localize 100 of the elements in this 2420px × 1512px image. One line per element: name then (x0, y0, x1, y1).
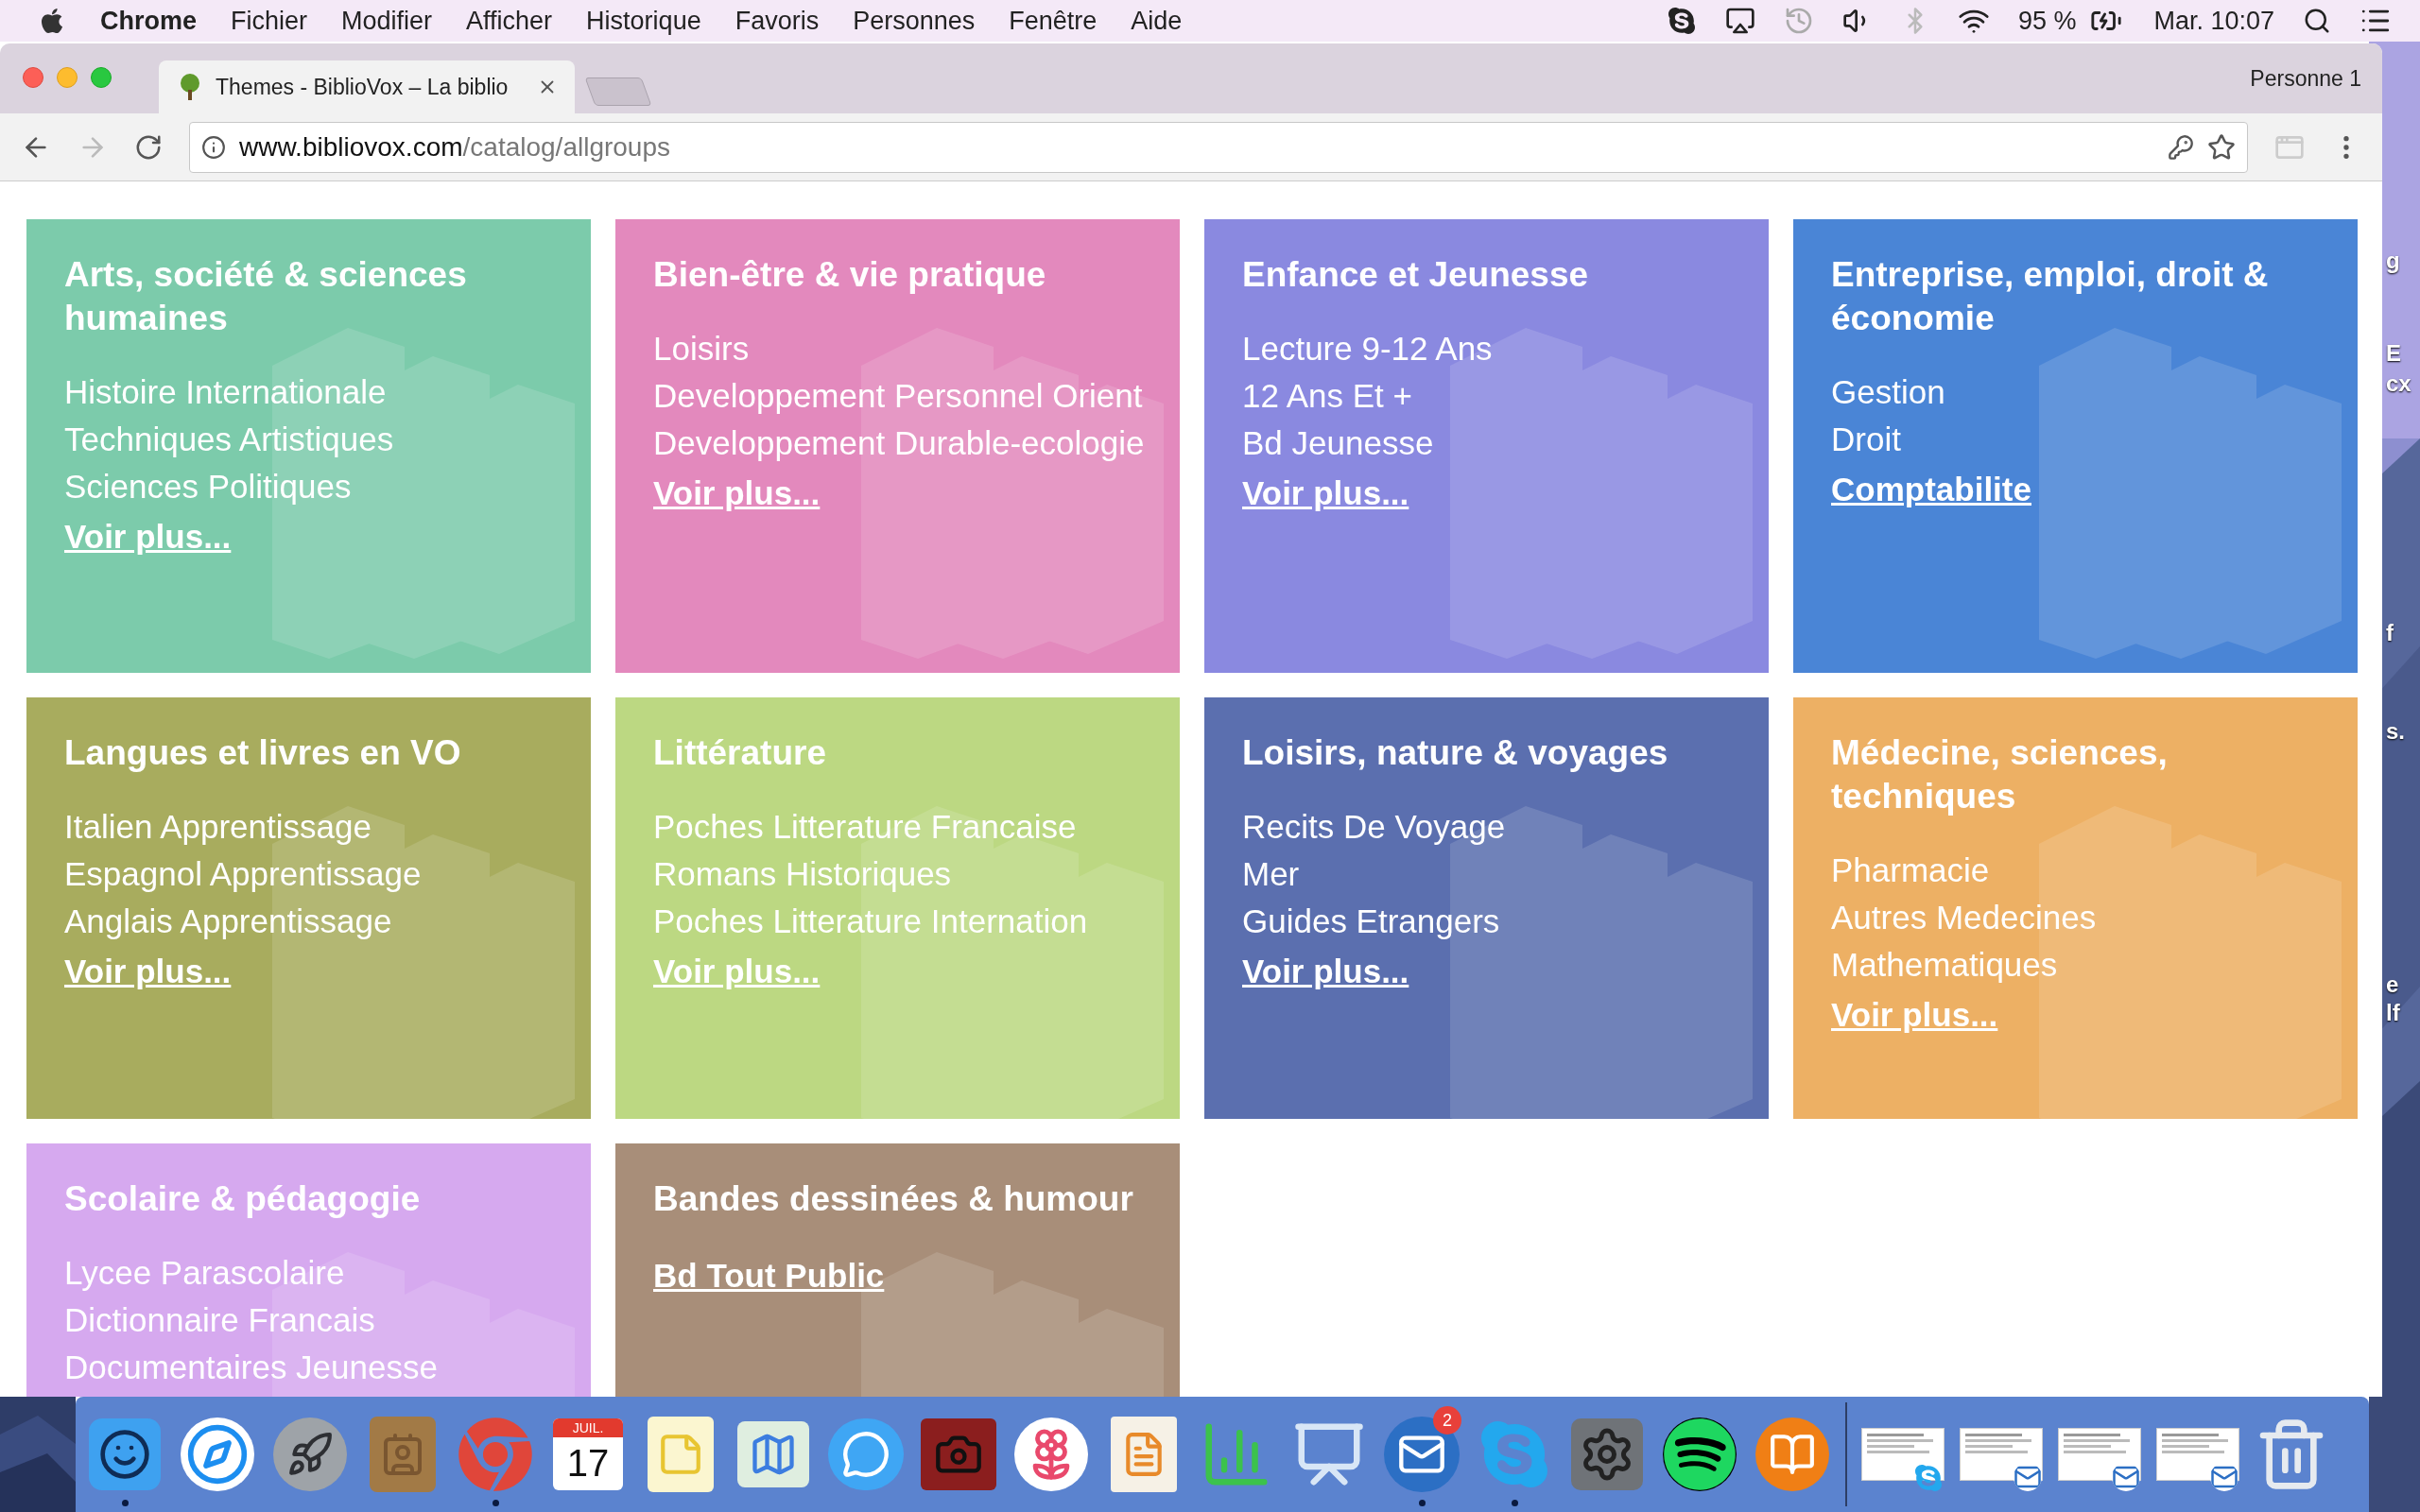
subcategory-label[interactable]: Romans Historiques (653, 850, 952, 898)
desktop-icon-label[interactable]: cx (2386, 370, 2411, 397)
subcategory-label[interactable]: Documentaires Jeunesse (64, 1344, 438, 1391)
url-text: www.bibliovox.com/catalog/allgroups (239, 130, 671, 163)
menu-item[interactable]: Aide (1131, 1, 1183, 41)
subcategory-label[interactable]: Recits De Voyage (1242, 803, 1506, 850)
skype-icon (1913, 1463, 1944, 1493)
desktop-icon-label[interactable]: lf (2386, 1000, 2400, 1026)
search-icon[interactable] (2303, 7, 2331, 35)
category-card[interactable]: Arts, société & sciences humaines Histoire Internationale Techniques Artistiques Sciences Politiques Voir plus... (26, 219, 591, 673)
category-card[interactable]: Littérature Poches Litterature Francaise Romans Historiques Poches Litterature Internation Voir plus... (615, 697, 1180, 1119)
menu-item[interactable]: Fenêtre (1009, 1, 1098, 41)
window-thumbnail[interactable] (2156, 1428, 2239, 1481)
card-title: Arts, société & sciences humaines (64, 254, 468, 339)
gear-icon[interactable] (1571, 1418, 1643, 1490)
category-card[interactable]: Bandes dessinées & humour Bd Tout Public (615, 1143, 1180, 1397)
subcategory-label[interactable]: Dictionnaire Francais (64, 1297, 375, 1344)
calendar-month: JUIL. (553, 1418, 623, 1437)
subcategory-label[interactable]: Mathematiques (1831, 941, 2058, 988)
subcategory-label[interactable]: Autres Medecines (1831, 894, 2097, 941)
skype-icon[interactable] (1666, 6, 1697, 36)
category-card[interactable]: Enfance et Jeunesse Lecture 9-12 Ans 12 Ans Et + Bd Jeunesse Voir plus... (1204, 219, 1769, 673)
subcategory-label[interactable]: Espagnol Apprentissage (64, 850, 422, 898)
menu-clock[interactable]: Mar. 10:07 (2153, 1, 2274, 41)
menu-item[interactable]: Modifier (341, 1, 433, 41)
subcategory-label[interactable]: Mer (1242, 850, 1300, 898)
card-title: Médecine, sciences, techniques (1831, 732, 2169, 817)
category-card[interactable]: Scolaire & pédagogie Lycee Parascolaire Dictionnaire Francais Documentaires Jeunesse (26, 1143, 591, 1397)
category-link[interactable]: Voir plus... (64, 945, 232, 998)
category-card[interactable]: Médecine, sciences, techniques Pharmacie Autres Medecines Mathematiques Voir plus... (1793, 697, 2358, 1119)
card-title: Scolaire & pédagogie (64, 1178, 422, 1220)
mail-icon (2112, 1463, 2140, 1491)
tab-title: Themes - BiblioVox – La biblio (216, 73, 510, 101)
address-bar[interactable]: www.bibliovox.com/catalog/allgroups (189, 121, 2248, 173)
subcategory-label[interactable]: Developpement Personnel Orient (653, 372, 1143, 420)
calendar-icon[interactable]: JUIL. 17 (553, 1418, 623, 1490)
subcategory-label[interactable]: Techniques Artistiques (64, 416, 394, 463)
card-title: Langues et livres en VO (64, 732, 462, 774)
card-title: Loisirs, nature & voyages (1242, 732, 1669, 774)
battery-percent[interactable]: 95 % (2017, 1, 2077, 41)
subcategory-label[interactable]: 12 Ans Et + (1242, 372, 1412, 420)
map-icon[interactable] (737, 1421, 809, 1487)
menu-item[interactable]: Fichier (231, 1, 308, 41)
window-thumbnail[interactable] (1960, 1428, 2043, 1481)
desktop-icon-label[interactable]: g (2386, 248, 2400, 274)
subcategory-label[interactable]: Italien Apprentissage (64, 803, 372, 850)
category-link[interactable]: Voir plus... (64, 510, 232, 563)
category-link[interactable]: Comptabilite (1831, 463, 2031, 516)
bookmark-star-icon[interactable] (2207, 132, 2236, 162)
card-title: Bandes dessinées & humour (653, 1178, 1134, 1220)
category-card[interactable]: Bien-être & vie pratique Loisirs Developpement Personnel Orient Developpement Durable-ecologie Voir plus... (615, 219, 1180, 673)
menu-item[interactable]: Historique (586, 1, 701, 41)
subcategory-label[interactable]: Histoire Internationale (64, 369, 387, 416)
info-icon[interactable] (201, 134, 226, 160)
menu-item[interactable]: Favoris (735, 1, 820, 41)
subcategory-label[interactable]: Pharmacie (1831, 847, 1990, 894)
finder-icon[interactable] (89, 1418, 161, 1490)
notification-badge: 2 (1433, 1406, 1461, 1435)
subcategory-label[interactable]: Anglais Apprentissage (64, 898, 392, 945)
subcategory-label[interactable]: Poches Litterature Internation (653, 898, 1088, 945)
category-card[interactable]: Langues et livres en VO Italien Apprentissage Espagnol Apprentissage Anglais Apprentissage Voir plus... (26, 697, 591, 1119)
card-title: Enfance et Jeunesse (1242, 254, 1590, 296)
subcategory-label[interactable]: Bd Jeunesse (1242, 420, 1434, 467)
zoom-window-button[interactable] (91, 67, 112, 88)
card-title: Bien-être & vie pratique (653, 254, 1047, 296)
desktop-icon-label[interactable]: e (2386, 971, 2399, 998)
window-thumbnail[interactable] (2058, 1428, 2141, 1481)
document-pen-icon[interactable] (1111, 1417, 1177, 1492)
desktop-icon-label[interactable]: f (2386, 620, 2394, 646)
menu-item[interactable]: Afficher (466, 1, 553, 41)
profile-name[interactable]: Personne 1 (2250, 61, 2361, 95)
category-link[interactable]: Voir plus... (1242, 467, 1409, 520)
airplay-icon[interactable] (1724, 6, 1755, 36)
category-card[interactable]: Loisirs, nature & voyages Recits De Voyage Mer Guides Etrangers Voir plus... (1204, 697, 1769, 1119)
key-icon[interactable] (2168, 133, 2194, 161)
category-link[interactable]: Voir plus... (653, 945, 821, 998)
subcategory-label[interactable]: Lecture 9-12 Ans (1242, 325, 1493, 372)
subcategory-label[interactable]: Sciences Politiques (64, 463, 352, 510)
subcategory-label[interactable]: Lycee Parascolaire (64, 1249, 345, 1297)
subcategory-label[interactable]: Developpement Durable-ecologie (653, 420, 1145, 467)
category-card[interactable]: Entreprise, emploi, droit & économie Gestion Droit Comptabilite (1793, 219, 2358, 673)
subcategory-label[interactable]: Gestion (1831, 369, 1945, 416)
subcategory-label[interactable]: Poches Litterature Francaise (653, 803, 1077, 850)
subcategory-label[interactable]: Droit (1831, 416, 1901, 463)
subcategory-label[interactable]: Loisirs (653, 325, 750, 372)
mail-icon (2014, 1463, 2042, 1491)
category-link[interactable]: Bd Tout Public (653, 1249, 885, 1302)
close-window-button[interactable] (23, 67, 43, 88)
browser-tab[interactable]: Themes - BiblioVox – La biblio (159, 60, 575, 113)
desktop-icon-label[interactable]: E (2386, 340, 2401, 367)
category-link[interactable]: Voir plus... (1831, 988, 1998, 1041)
mail-icon (2210, 1463, 2238, 1491)
menu-item[interactable]: Personnes (853, 1, 976, 41)
desktop-icon-label[interactable]: s. (2386, 718, 2405, 745)
subcategory-label[interactable]: Guides Etrangers (1242, 898, 1500, 945)
category-link[interactable]: Voir plus... (653, 467, 821, 520)
camera-icon[interactable] (921, 1418, 996, 1490)
app-menu[interactable]: Chrome (100, 1, 197, 41)
category-link[interactable]: Voir plus... (1242, 945, 1409, 998)
window-thumbnail[interactable] (1861, 1428, 1945, 1481)
